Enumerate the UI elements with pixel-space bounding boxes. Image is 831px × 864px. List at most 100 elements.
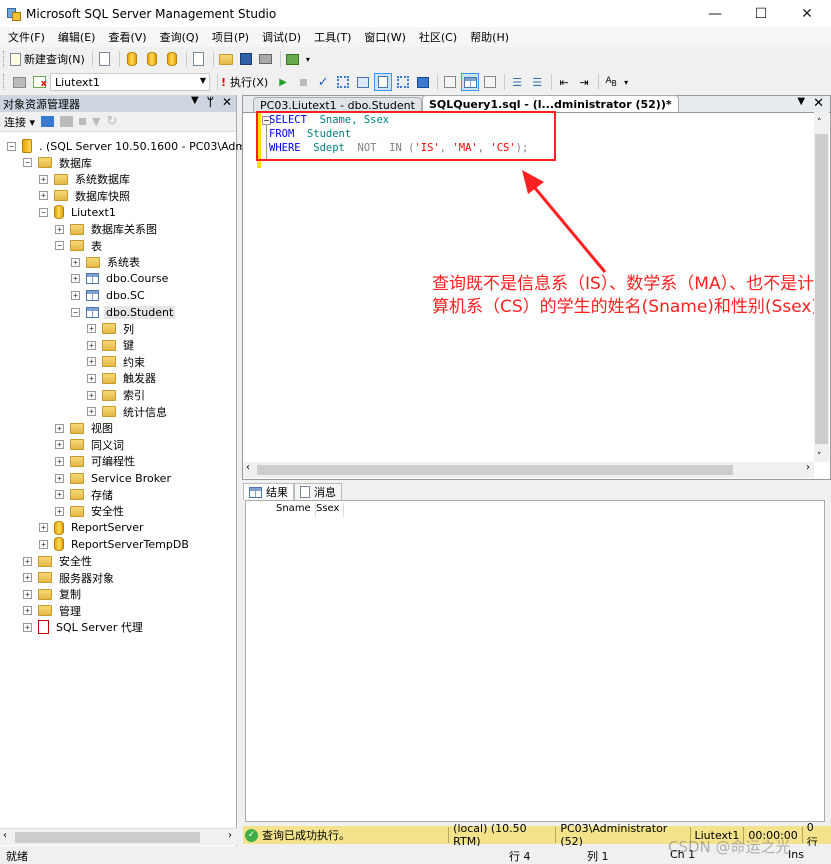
tree-node[interactable]: + 约束 bbox=[87, 354, 147, 370]
disconnect-icon[interactable] bbox=[60, 116, 74, 127]
collapse-icon[interactable]: − bbox=[39, 207, 48, 217]
column-header-sname[interactable]: Sname bbox=[272, 503, 316, 517]
stop-icon[interactable] bbox=[79, 118, 87, 125]
expand-icon[interactable]: + bbox=[23, 606, 32, 616]
display-estimated-plan-button[interactable] bbox=[334, 73, 352, 91]
debug-button[interactable]: ▶ bbox=[274, 73, 292, 91]
tree-node[interactable]: − . (SQL Server 10.50.1600 - PC03\Adminis… bbox=[7, 138, 271, 154]
toolbar-grip[interactable] bbox=[3, 51, 6, 67]
tree-node[interactable]: + 系统数据库 bbox=[39, 171, 132, 187]
scrollbar-thumb[interactable] bbox=[815, 134, 828, 444]
parse-button[interactable]: ✓ bbox=[314, 73, 332, 91]
xmla-query-button[interactable] bbox=[190, 50, 208, 68]
scrollbar-thumb[interactable] bbox=[257, 465, 733, 475]
tree-node[interactable]: + 同义词 bbox=[55, 437, 126, 453]
expand-icon[interactable]: + bbox=[87, 407, 96, 417]
expand-icon[interactable]: + bbox=[23, 622, 32, 632]
tree-node[interactable]: + 触发器 bbox=[87, 370, 158, 386]
results-to-text-button[interactable] bbox=[374, 73, 393, 91]
results-file-button[interactable] bbox=[481, 73, 499, 91]
toolbar-overflow-icon[interactable]: ▾ bbox=[624, 78, 628, 87]
close-tab-icon[interactable]: ✕ bbox=[813, 96, 824, 111]
scroll-left-icon[interactable]: ‹ bbox=[3, 830, 7, 841]
save-button[interactable] bbox=[237, 50, 255, 68]
tab-results[interactable]: 结果 bbox=[243, 483, 294, 500]
tree-node[interactable]: − 数据库 bbox=[23, 155, 94, 171]
include-actual-plan-button[interactable] bbox=[394, 73, 412, 91]
tree-node[interactable]: + 服务器对象 bbox=[23, 570, 116, 586]
tab-table-designer[interactable]: PC03.Liutext1 - dbo.Student bbox=[253, 97, 422, 112]
client-statistics-button[interactable] bbox=[414, 73, 432, 91]
expand-icon[interactable]: + bbox=[23, 556, 32, 566]
menu-file[interactable]: 文件(F) bbox=[8, 29, 45, 45]
menu-query[interactable]: 查询(Q) bbox=[160, 29, 199, 45]
maximize-button[interactable]: ☐ bbox=[738, 0, 784, 27]
analysis-query-button[interactable] bbox=[143, 50, 161, 68]
expand-icon[interactable]: + bbox=[71, 257, 80, 267]
tree-node[interactable]: + ReportServerTempDB bbox=[39, 536, 191, 552]
tree-node[interactable]: + 统计信息 bbox=[87, 404, 169, 420]
tree-node[interactable]: + ReportServer bbox=[39, 520, 146, 536]
tree-node[interactable]: + SQL Server 代理 bbox=[23, 619, 145, 635]
column-header-ssex[interactable]: Ssex bbox=[312, 503, 345, 517]
menu-window[interactable]: 窗口(W) bbox=[364, 29, 405, 45]
tree-node[interactable]: − dbo.Student bbox=[71, 304, 176, 320]
expand-icon[interactable]: + bbox=[39, 539, 48, 549]
expand-icon[interactable]: + bbox=[87, 373, 96, 383]
tree-node[interactable]: + Service Broker bbox=[55, 470, 173, 486]
expand-icon[interactable]: + bbox=[55, 490, 64, 500]
editor-horizontal-scrollbar[interactable]: ‹ › bbox=[243, 462, 814, 478]
tab-messages[interactable]: 消息 bbox=[294, 483, 342, 500]
expand-icon[interactable]: + bbox=[55, 423, 64, 433]
expand-icon[interactable]: + bbox=[39, 174, 48, 184]
scroll-up-icon[interactable]: ˄ bbox=[817, 118, 822, 128]
new-query-button[interactable]: 新建查询(N) bbox=[10, 51, 85, 67]
collapse-icon[interactable]: − bbox=[71, 307, 80, 317]
tree-node[interactable]: + 可编程性 bbox=[55, 453, 137, 469]
available-databases-dropdown[interactable]: Liutext1 ▼ bbox=[50, 73, 210, 91]
object-explorer-horizontal-scrollbar[interactable]: ‹ › bbox=[0, 828, 237, 845]
connect-object-explorer-icon[interactable] bbox=[41, 116, 55, 127]
increase-indent-button[interactable]: ⇥ bbox=[575, 73, 593, 91]
expand-icon[interactable]: + bbox=[87, 340, 96, 350]
editor-vertical-scrollbar[interactable]: ˄ ˅ bbox=[814, 112, 829, 462]
scroll-right-icon[interactable]: › bbox=[228, 830, 232, 841]
filter-icon[interactable]: ▼ bbox=[92, 115, 100, 128]
expand-icon[interactable]: + bbox=[23, 573, 32, 583]
scroll-left-icon[interactable]: ‹ bbox=[246, 462, 250, 473]
pin-icon[interactable]: ᛘ bbox=[207, 95, 214, 109]
tree-node[interactable]: − 表 bbox=[55, 238, 104, 254]
menu-edit[interactable]: 编辑(E) bbox=[58, 29, 96, 45]
expand-icon[interactable]: + bbox=[55, 473, 64, 483]
menu-project[interactable]: 项目(P) bbox=[212, 29, 249, 45]
scroll-down-icon[interactable]: ˅ bbox=[817, 452, 822, 462]
expand-icon[interactable]: + bbox=[71, 274, 80, 284]
execute-button[interactable]: ! 执行(X) bbox=[221, 74, 268, 90]
collapse-icon[interactable]: − bbox=[55, 241, 64, 251]
new-file-button[interactable] bbox=[96, 50, 114, 68]
tree-node[interactable]: + 数据库快照 bbox=[39, 188, 132, 204]
tree-node[interactable]: + 数据库关系图 bbox=[55, 221, 159, 237]
print-button[interactable] bbox=[257, 50, 275, 68]
tree-node[interactable]: + 系统表 bbox=[71, 254, 142, 270]
tree-node[interactable]: + 索引 bbox=[87, 387, 147, 403]
tree-node[interactable]: + 安全性 bbox=[23, 553, 94, 569]
tree-node[interactable]: − Liutext1 bbox=[39, 204, 118, 220]
decrease-indent-button[interactable]: ⇤ bbox=[555, 73, 573, 91]
tree-node[interactable]: + dbo.SC bbox=[71, 287, 147, 303]
expand-icon[interactable]: + bbox=[87, 324, 96, 334]
tree-node[interactable]: + 复制 bbox=[23, 586, 83, 602]
tree-node[interactable]: + 键 bbox=[87, 337, 136, 353]
specify-template-values-button[interactable]: AB bbox=[602, 73, 620, 91]
cancel-query-button[interactable] bbox=[294, 73, 312, 91]
expand-icon[interactable]: + bbox=[87, 390, 96, 400]
menu-debug[interactable]: 调试(D) bbox=[262, 29, 301, 45]
tab-sqlquery1[interactable]: SQLQuery1.sql - (l...dministrator (52))* bbox=[421, 95, 679, 112]
scroll-right-icon[interactable]: › bbox=[806, 462, 810, 473]
expand-icon[interactable]: + bbox=[55, 456, 64, 466]
expand-icon[interactable]: + bbox=[71, 290, 80, 300]
toolbar-overflow-icon[interactable]: ▾ bbox=[306, 55, 310, 64]
menu-view[interactable]: 查看(V) bbox=[108, 29, 146, 45]
scrollbar-thumb[interactable] bbox=[15, 832, 200, 843]
results-grid-button[interactable] bbox=[461, 73, 480, 91]
